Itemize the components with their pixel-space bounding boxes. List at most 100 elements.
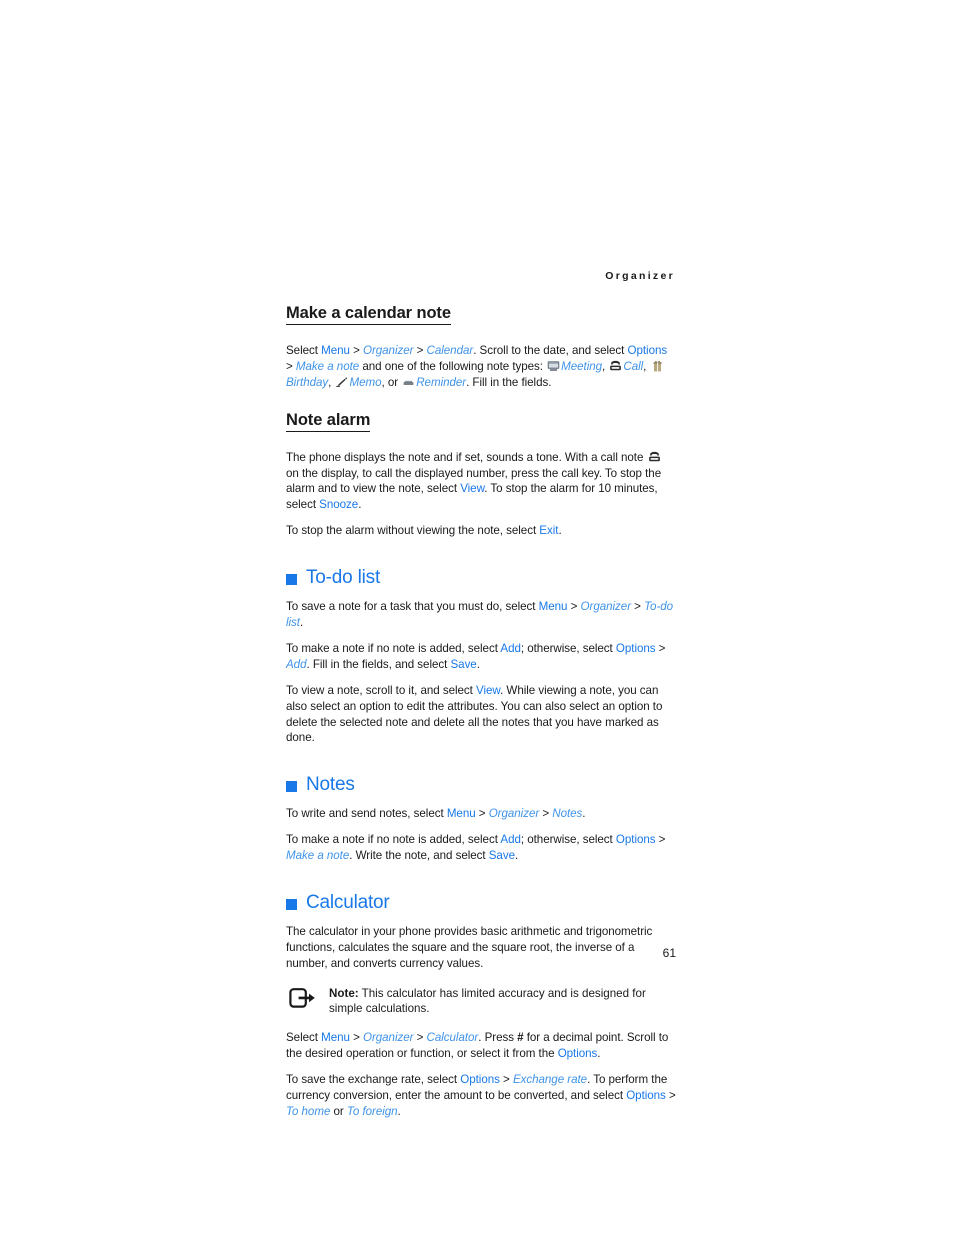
ui-options: Options <box>460 1073 500 1087</box>
page-number: 61 <box>662 946 676 960</box>
separator: > <box>286 359 296 373</box>
heading-make-calendar-note-wrap: Make a calendar note <box>286 304 676 334</box>
paragraph-calculator-2: Select Menu > Organizer > Calculator. Pr… <box>286 1030 676 1062</box>
text-run: The phone displays the note and if set, … <box>286 450 647 464</box>
separator: > <box>499 1073 513 1087</box>
nav-to-home: To home <box>286 1104 331 1118</box>
text-run: Select <box>286 1031 322 1045</box>
heading-note-alarm-wrap: Note alarm <box>286 411 676 441</box>
text-run: . <box>597 1047 601 1061</box>
ui-options: Options <box>627 343 668 357</box>
ui-options: Options <box>615 641 656 655</box>
nav-organizer: Organizer <box>488 807 540 821</box>
note-label: Note: <box>329 986 359 1000</box>
nav-to-foreign: To foreign <box>346 1104 398 1118</box>
nav-organizer: Organizer <box>362 1031 414 1045</box>
heading-make-calendar-note: Make a calendar note <box>286 304 451 325</box>
ui-add: Add <box>500 641 521 655</box>
nav-memo: Memo <box>349 375 382 389</box>
nav-organizer: Organizer <box>362 343 414 357</box>
text-run: To make a note if no note is added, sele… <box>286 833 501 847</box>
heading-notes: Notes <box>306 774 355 796</box>
note-arrow-icon <box>289 987 316 1009</box>
ui-add: Add <box>500 833 521 847</box>
paragraph-note-alarm-2: To stop the alarm without viewing the no… <box>286 523 676 539</box>
paragraph-todo-2: To make a note if no note is added, sele… <box>286 641 676 673</box>
meeting-screen-icon <box>547 360 560 372</box>
separator: > <box>655 641 666 655</box>
nav-organizer: Organizer <box>580 600 632 614</box>
section-bullet-icon <box>286 898 297 910</box>
separator: , <box>643 359 650 373</box>
telephone-icon <box>609 360 622 372</box>
heading-calculator: Calculator <box>306 891 390 913</box>
text-run: . Press <box>478 1031 518 1045</box>
ui-options: Options <box>615 833 656 847</box>
telephone-icon <box>648 451 661 463</box>
separator: > <box>567 600 581 614</box>
separator: > <box>349 343 363 357</box>
ui-menu: Menu <box>321 1031 350 1045</box>
separator: > <box>539 807 553 821</box>
text-run: To view a note, scroll to it, and select <box>286 683 476 697</box>
nav-calculator: Calculator <box>426 1031 479 1045</box>
paragraph-todo-1: To save a note for a task that you must … <box>286 599 676 631</box>
paragraph-notes-2: To make a note if no note is added, sele… <box>286 832 676 864</box>
nav-birthday: Birthday <box>286 375 329 389</box>
text-run: . <box>476 657 480 671</box>
separator: > <box>413 343 427 357</box>
text-run: To make a note if no note is added, sele… <box>286 641 501 655</box>
ui-save: Save <box>488 849 515 863</box>
heading-todo-list-wrap: To-do list <box>286 567 676 589</box>
paragraph-todo-3: To view a note, scroll to it, and select… <box>286 683 676 747</box>
nav-meeting: Meeting <box>561 359 603 373</box>
text-run: . <box>582 807 586 821</box>
text-run: . <box>397 1104 401 1118</box>
paragraph-calculator-3: To save the exchange rate, select Option… <box>286 1072 676 1120</box>
separator: , <box>328 375 335 389</box>
nav-exchange-rate: Exchange rate <box>512 1073 588 1087</box>
nav-make-a-note: Make a note <box>295 359 360 373</box>
text-run: . Fill in the fields, and select <box>306 657 451 671</box>
text-run: . Scroll to the date, and select <box>473 343 628 357</box>
ui-exit: Exit <box>539 524 559 538</box>
paragraph-note-alarm-1: The phone displays the note and if set, … <box>286 450 676 514</box>
ui-view: View <box>475 683 501 697</box>
text-run: , or <box>381 375 402 389</box>
running-head: Organizer <box>605 270 675 282</box>
separator: > <box>665 1089 676 1103</box>
heading-todo-list: To-do list <box>306 567 381 589</box>
gift-box-icon <box>651 360 664 372</box>
ui-menu: Menu <box>321 343 350 357</box>
paragraph-make-calendar-note: Select Menu > Organizer > Calendar. Scro… <box>286 343 676 391</box>
nav-reminder: Reminder <box>416 375 467 389</box>
manual-page: Organizer Make a calendar note Select Me… <box>0 0 954 1235</box>
nav-notes: Notes <box>552 807 583 821</box>
ui-options: Options <box>557 1047 598 1061</box>
separator: , <box>602 359 609 373</box>
separator: > <box>655 833 666 847</box>
text-run: and one of the following note types: <box>359 359 547 373</box>
separator: > <box>413 1031 427 1045</box>
nav-add: Add <box>286 657 307 671</box>
ui-menu: Menu <box>446 807 476 821</box>
ui-save: Save <box>450 657 477 671</box>
reminder-bar-icon <box>402 376 415 388</box>
nav-call: Call <box>623 359 644 373</box>
text-run: To save a note for a task that you must … <box>286 600 539 614</box>
text-run: To save the exchange rate, select <box>286 1073 461 1087</box>
nav-calendar: Calendar <box>426 343 474 357</box>
text-run: This calculator has limited accuracy and… <box>329 986 646 1016</box>
text-run: . <box>299 615 304 629</box>
text-run: Select <box>286 343 322 357</box>
separator: > <box>475 807 489 821</box>
note-callout: Note: This calculator has limited accura… <box>286 986 676 1018</box>
text-run: ; otherwise, select <box>520 833 616 847</box>
separator: > <box>631 600 645 614</box>
separator: > <box>349 1031 363 1045</box>
text-run: . <box>558 524 562 538</box>
ui-snooze: Snooze <box>319 498 359 512</box>
section-bullet-icon <box>286 781 297 793</box>
note-callout-text: Note: This calculator has limited accura… <box>329 986 676 1018</box>
text-run: To write and send notes, select <box>286 807 447 821</box>
